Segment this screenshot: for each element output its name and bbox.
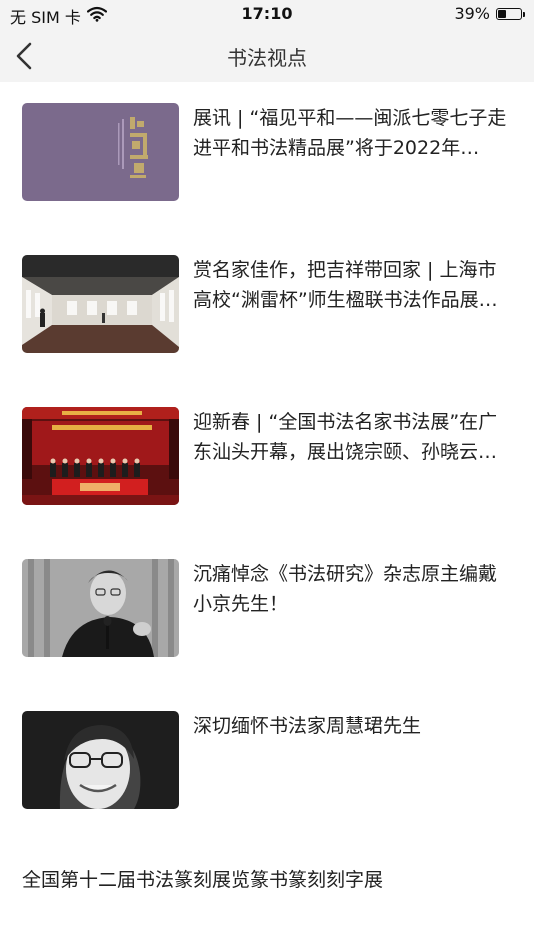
- stage-ceremony-thumbnail: [22, 407, 179, 505]
- article-title: 深切缅怀书法家周慧珺先生: [193, 715, 422, 737]
- portrait-microphone-thumbnail: [22, 559, 179, 657]
- article-title: 全国第十二届书法篆刻展览篆书篆刻刻字展: [22, 869, 384, 891]
- article-title: 赏名家佳作，把吉祥带回家 | 上海市高校“渊雷杯”师生楹联书法作品展…: [193, 259, 498, 311]
- battery-percent: 39%: [454, 4, 490, 23]
- article-item[interactable]: 赏名家佳作，把吉祥带回家 | 上海市高校“渊雷杯”师生楹联书法作品展…: [22, 255, 512, 355]
- gallery-hall-thumbnail: [22, 255, 179, 353]
- exhibition-poster-thumbnail: [22, 103, 179, 201]
- article-item[interactable]: 深切缅怀书法家周慧珺先生: [22, 711, 512, 811]
- article-title: 迎新春 | “全国书法名家书法展”在广东汕头开幕，展出饶宗颐、孙晓云…: [193, 411, 498, 463]
- text-article-item[interactable]: 全国第十二届书法篆刻展览篆书篆刻刻字展: [22, 866, 512, 894]
- battery-icon: [496, 7, 525, 20]
- page-title: 书法视点: [227, 46, 307, 70]
- article-item[interactable]: 沉痛悼念《书法研究》杂志原主编戴小京先生！: [22, 559, 512, 659]
- nav-bar: 书法视点: [0, 30, 534, 82]
- article-item[interactable]: 展讯 | “福见平和——闽派七零七子走进平和书法精品展”将于2022年…: [22, 103, 512, 203]
- article-title: 展讯 | “福见平和——闽派七零七子走进平和书法精品展”将于2022年…: [193, 107, 507, 159]
- article-title: 沉痛悼念《书法研究》杂志原主编戴小京先生！: [193, 563, 498, 615]
- status-bar: 无 SIM 卡 17:10 39%: [0, 0, 534, 30]
- portrait-smiling-thumbnail: [22, 711, 179, 809]
- battery-level-fill: [498, 9, 506, 18]
- article-item[interactable]: 迎新春 | “全国书法名家书法展”在广东汕头开幕，展出饶宗颐、孙晓云…: [22, 407, 512, 507]
- status-right: 39%: [454, 4, 525, 23]
